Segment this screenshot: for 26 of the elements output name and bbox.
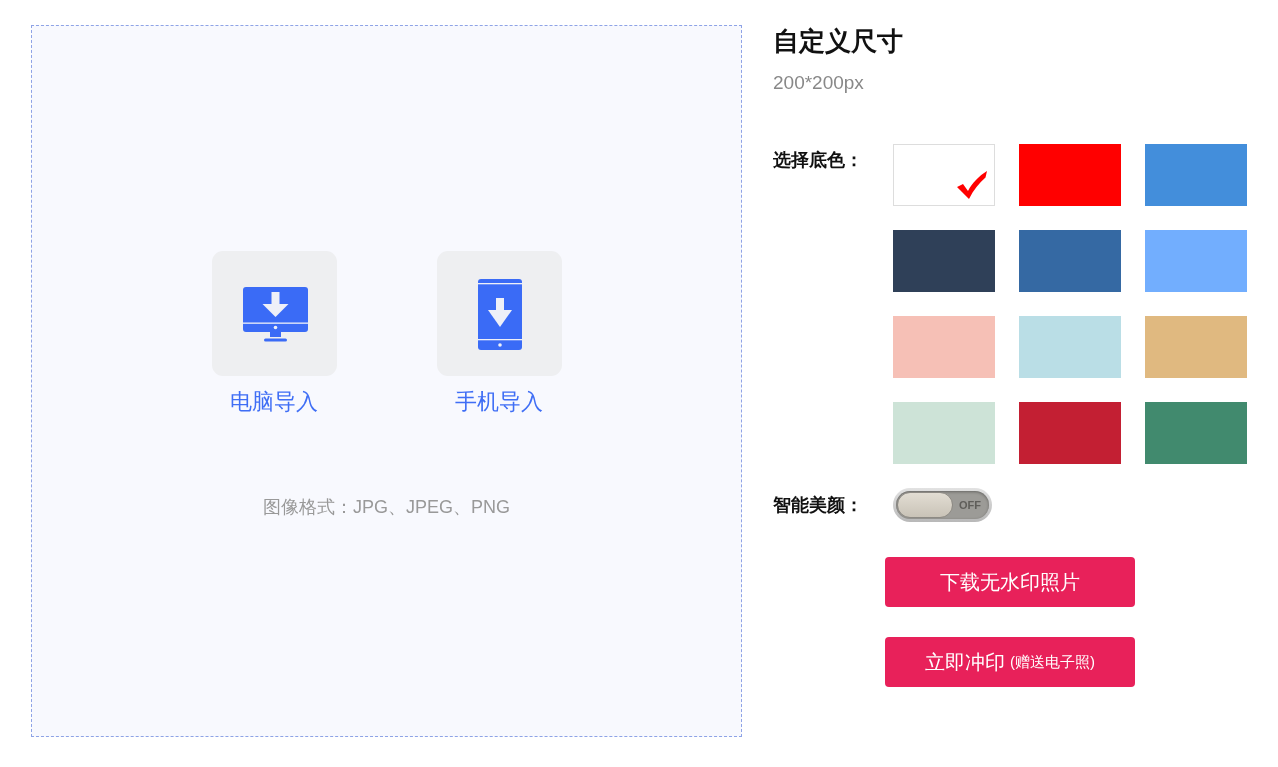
download-button[interactable]: 下载无水印照片 — [885, 557, 1135, 607]
color-swatch[interactable] — [1019, 402, 1121, 464]
beauty-label: 智能美颜： — [773, 494, 864, 517]
check-icon — [957, 171, 987, 199]
upload-area[interactable]: 电脑导入 手机导入 图像格式：JPG、JPEG、PNG — [31, 25, 742, 737]
size-dimensions: 200*200px — [773, 71, 865, 95]
color-swatch[interactable] — [893, 230, 995, 292]
toggle-switch[interactable]: OFF — [893, 488, 992, 522]
color-swatch[interactable] — [1145, 144, 1247, 206]
color-swatch[interactable] — [893, 316, 995, 378]
computer-import-button[interactable]: 电脑导入 — [211, 251, 337, 415]
color-swatch[interactable] — [1145, 316, 1247, 378]
color-swatch[interactable] — [893, 144, 995, 206]
phone-download-icon — [436, 251, 562, 376]
color-swatch[interactable] — [893, 402, 995, 464]
color-swatch[interactable] — [1145, 402, 1247, 464]
size-title: 自定义尺寸 — [773, 25, 904, 57]
phone-import-button[interactable]: 手机导入 — [436, 251, 562, 415]
color-swatch[interactable] — [1019, 316, 1121, 378]
color-swatch[interactable] — [1019, 144, 1121, 206]
monitor-download-icon — [211, 251, 337, 376]
color-swatch[interactable] — [1019, 230, 1121, 292]
background-label: 选择底色： — [773, 149, 864, 172]
format-note: 图像格式：JPG、JPEG、PNG — [263, 496, 510, 519]
print-button[interactable]: 立即冲印 (赠送电子照) — [885, 637, 1135, 687]
color-swatch[interactable] — [1145, 230, 1247, 292]
